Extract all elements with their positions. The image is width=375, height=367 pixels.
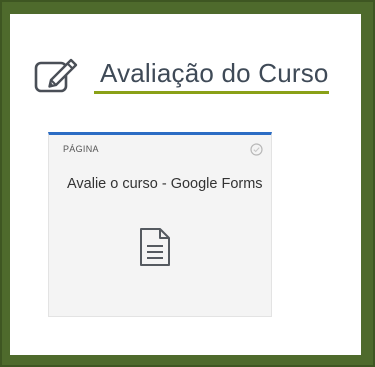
activity-card[interactable]: PÁGINA Avalie o curso - Google Forms bbox=[48, 132, 272, 317]
section-header: Avaliação do Curso bbox=[34, 54, 329, 94]
edit-icon bbox=[34, 58, 78, 93]
card-type-label: PÁGINA bbox=[63, 144, 99, 154]
section-title-wrap: Avaliação do Curso bbox=[94, 58, 329, 94]
completion-circle-icon[interactable] bbox=[250, 143, 263, 156]
green-frame: Avaliação do Curso PÁGINA Avalie o curso… bbox=[0, 0, 375, 367]
document-icon bbox=[140, 228, 170, 266]
card-title-link[interactable]: Avalie o curso - Google Forms bbox=[67, 175, 263, 193]
title-underline bbox=[94, 91, 329, 94]
section-title: Avaliação do Curso bbox=[100, 58, 329, 88]
content-panel: Avaliação do Curso PÁGINA Avalie o curso… bbox=[10, 14, 361, 355]
